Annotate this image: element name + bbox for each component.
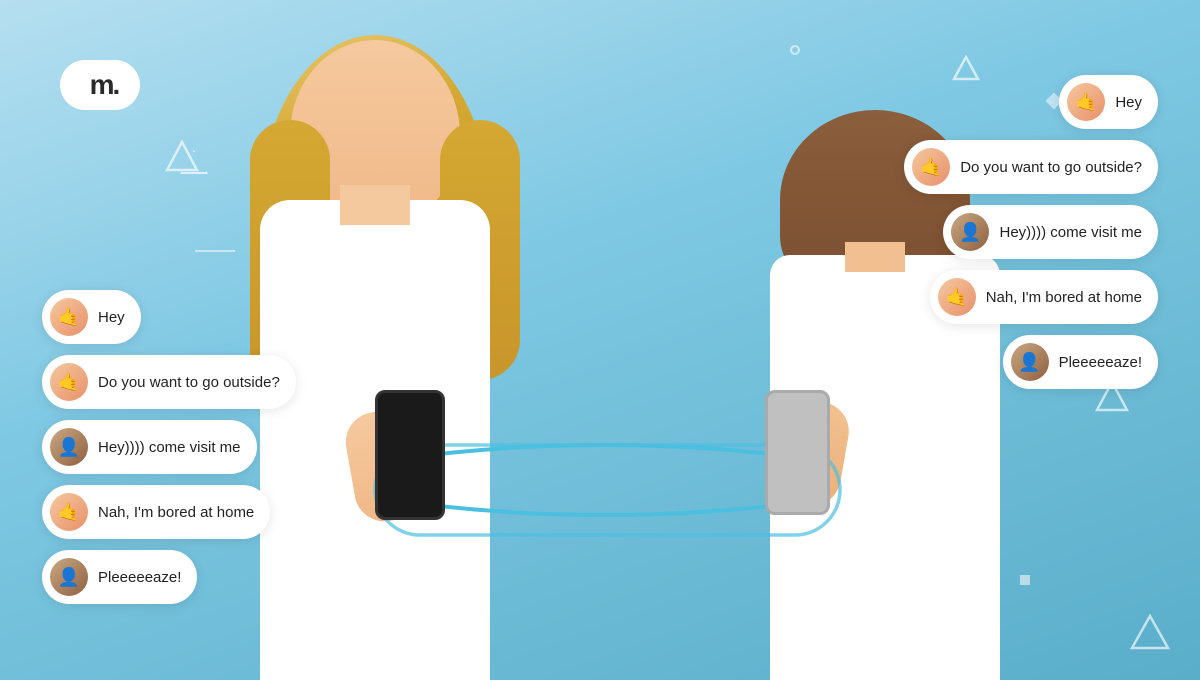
chat-bubble-right-3: 👤 Hey)))) come visit me: [943, 205, 1158, 259]
avatar-right-2: 🤙: [912, 148, 950, 186]
avatar-left-2: 🤙: [50, 363, 88, 401]
avatar-left-4: 🤙: [50, 493, 88, 531]
bubble-text-right-2: Do you want to go outside?: [960, 159, 1142, 176]
bubble-text-right-1: Hey: [1115, 94, 1142, 111]
deco-square-1: [1020, 575, 1030, 585]
phone-right: [765, 390, 830, 515]
avatar-left-3: 👤: [50, 428, 88, 466]
chat-bubble-left-2: 🤙 Do you want to go outside?: [42, 355, 296, 409]
logo: m.: [60, 60, 140, 110]
chat-bubble-left-5: 👤 Pleeeeeaze!: [42, 550, 197, 604]
bubble-text-right-5: Pleeeeeaze!: [1059, 354, 1142, 371]
child-figure: [750, 0, 1020, 680]
chat-bubble-right-1: 🤙 Hey: [1059, 75, 1158, 129]
bubble-text-left-3: Hey)))) come visit me: [98, 439, 241, 456]
chat-bubble-left-4: 🤙 Nah, I'm bored at home: [42, 485, 270, 539]
bubble-text-left-4: Nah, I'm bored at home: [98, 504, 254, 521]
woman-figure: [220, 0, 530, 680]
bubble-text-right-4: Nah, I'm bored at home: [986, 289, 1142, 306]
avatar-left-1: 🤙: [50, 298, 88, 336]
avatar-right-1: 🤙: [1067, 83, 1105, 121]
deco-triangle-2: [165, 140, 200, 172]
phone-left: [375, 390, 445, 520]
chat-bubble-right-4: 🤙 Nah, I'm bored at home: [930, 270, 1158, 324]
bubble-text-left-2: Do you want to go outside?: [98, 374, 280, 391]
bubble-text-left-5: Pleeeeeaze!: [98, 569, 181, 586]
chat-bubble-right-5: 👤 Pleeeeeaze!: [1003, 335, 1158, 389]
chat-bubble-right-2: 🤙 Do you want to go outside?: [904, 140, 1158, 194]
avatar-right-5: 👤: [1011, 343, 1049, 381]
chat-bubble-left-3: 👤 Hey)))) come visit me: [42, 420, 257, 474]
avatar-left-5: 👤: [50, 558, 88, 596]
logo-text: m.: [60, 60, 140, 110]
avatar-right-4: 🤙: [938, 278, 976, 316]
deco-triangle-corner: [1130, 614, 1170, 650]
bubble-text-left-1: Hey: [98, 309, 125, 326]
bubble-text-right-3: Hey)))) come visit me: [999, 224, 1142, 241]
avatar-right-3: 👤: [951, 213, 989, 251]
chat-bubble-left-1: 🤙 Hey: [42, 290, 141, 344]
